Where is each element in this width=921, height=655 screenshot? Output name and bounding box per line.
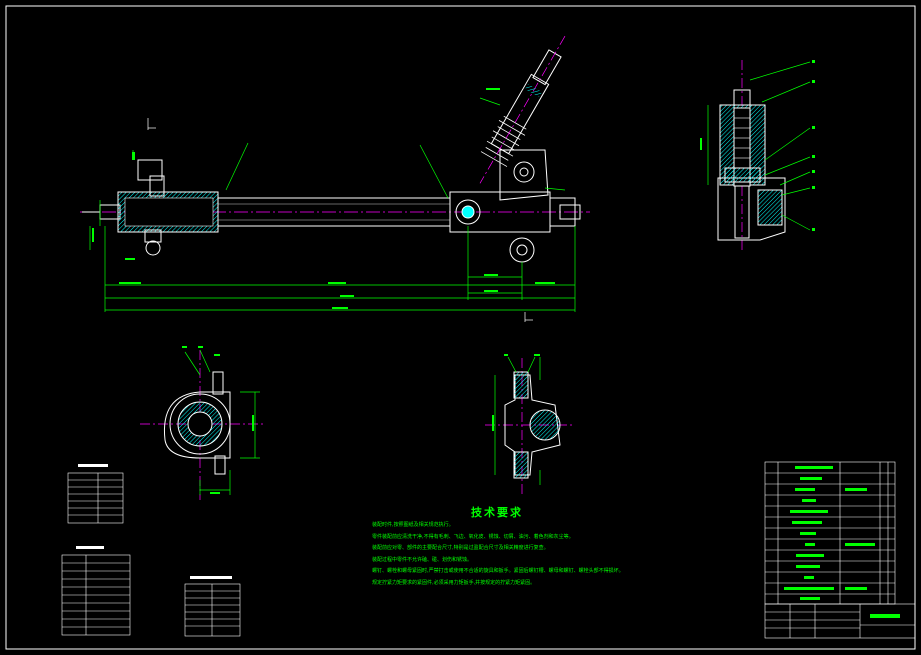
requirement-line: 装配过程中零件不允许磕、碰、划伤和锈蚀。 [372,556,473,563]
requirement-line: 螺钉、螺栓和螺母紧固时,严禁打击或使用不合适的旋具和扳手。紧固后螺钉槽、螺母和螺… [372,568,624,575]
technical-requirements-list: 装配时件,按照图纸及相关规范执行。 零件装配前应清洗干净,不得有毛刺、飞边、氧化… [372,520,672,590]
requirement-line: 零件装配前应清洗干净,不得有毛刺、飞边、氧化皮、锈蚀、切屑、油污、着色剂和灰尘等… [372,533,574,540]
technical-requirements-title: 技术要求 [471,506,523,519]
requirement-line: 装配前应对零、部件的主要配合尺寸,特别是过盈配合尺寸及相关精度进行复查。 [372,545,549,552]
parameter-table-3-heading-mark [190,576,232,579]
title-block [764,603,916,639]
pinion-section-view [700,60,815,250]
requirement-line: 规定拧紧力矩要求的紧固件,必须采用力矩扳手,并按规定的拧紧力矩紧固。 [372,579,536,586]
parts-list-text-marks [784,466,900,618]
section-view-a [140,346,265,500]
cad-drawing-canvas: 技术要求 装配时件,按照图纸及相关规范执行。 零件装配前应清洗干净,不得有毛刺、… [0,0,921,655]
parameter-table-2 [61,554,131,636]
parameter-table-1-heading-mark [78,464,108,467]
requirement-line: 装配时件,按照图纸及相关规范执行。 [372,522,454,528]
parameter-table-1 [67,472,124,524]
input-shaft-bellows [479,35,566,184]
parameter-table-3 [184,583,241,637]
parts-list [764,461,896,605]
section-view-b [485,354,575,495]
main-assembly-view [80,35,590,322]
parameter-table-2-heading-mark [76,546,104,549]
